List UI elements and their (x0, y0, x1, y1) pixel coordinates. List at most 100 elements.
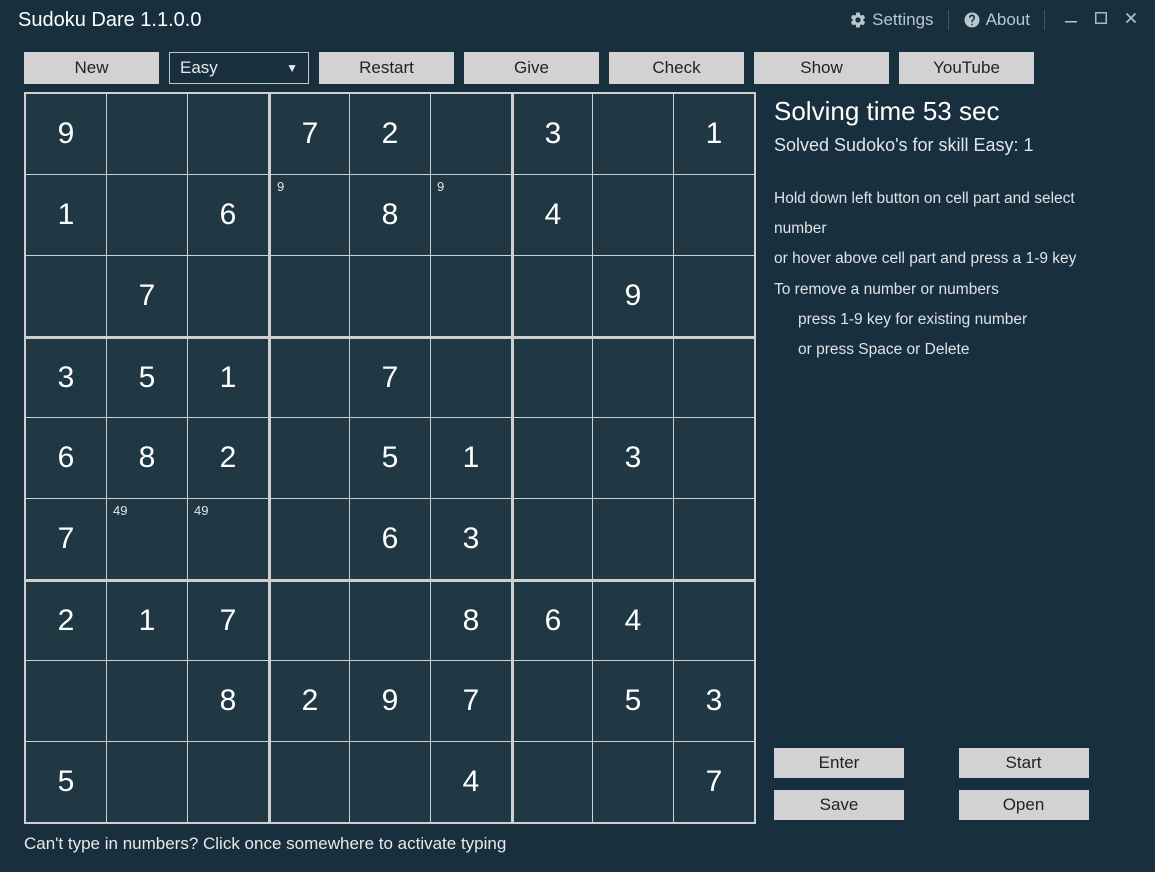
sudoku-cell[interactable]: 1 (188, 337, 268, 417)
sudoku-cell[interactable]: 7 (188, 580, 268, 660)
sudoku-cell[interactable]: 7 (674, 742, 754, 822)
sudoku-cell[interactable] (269, 337, 349, 417)
sudoku-cell[interactable] (188, 94, 268, 174)
sudoku-cell[interactable]: 6 (26, 418, 106, 498)
sudoku-cell[interactable]: 8 (431, 580, 511, 660)
sudoku-cell[interactable]: 3 (26, 337, 106, 417)
sudoku-cell[interactable] (674, 499, 754, 579)
sudoku-cell[interactable]: 1 (107, 580, 187, 660)
sudoku-cell[interactable]: 3 (593, 418, 673, 498)
sudoku-cell[interactable]: 7 (26, 499, 106, 579)
sudoku-cell[interactable]: 9 (269, 175, 349, 255)
sudoku-cell[interactable]: 49 (107, 499, 187, 579)
sudoku-cell[interactable] (107, 661, 187, 741)
sudoku-cell[interactable] (593, 337, 673, 417)
sudoku-cell[interactable] (269, 742, 349, 822)
sudoku-cell[interactable] (26, 661, 106, 741)
about-button[interactable]: About (963, 10, 1030, 30)
restart-button[interactable]: Restart (319, 52, 454, 84)
difficulty-select[interactable]: Easy ▼ (169, 52, 309, 84)
sudoku-cell[interactable]: 5 (350, 418, 430, 498)
sudoku-cell[interactable]: 2 (269, 661, 349, 741)
sudoku-cell[interactable] (269, 499, 349, 579)
sudoku-cell[interactable]: 3 (674, 661, 754, 741)
sudoku-cell[interactable]: 3 (512, 94, 592, 174)
settings-button[interactable]: Settings (849, 10, 933, 30)
sudoku-cell[interactable] (512, 499, 592, 579)
sudoku-cell[interactable]: 5 (107, 337, 187, 417)
sudoku-cell[interactable] (674, 337, 754, 417)
sudoku-cell[interactable] (188, 742, 268, 822)
start-button[interactable]: Start (959, 748, 1089, 778)
save-button[interactable]: Save (774, 790, 904, 820)
sudoku-cell[interactable] (431, 94, 511, 174)
enter-button[interactable]: Enter (774, 748, 904, 778)
maximize-button[interactable] (1089, 9, 1113, 32)
sudoku-cell[interactable] (188, 256, 268, 336)
sudoku-cell[interactable]: 3 (431, 499, 511, 579)
sudoku-cell[interactable]: 9 (26, 94, 106, 174)
sudoku-cell[interactable] (512, 742, 592, 822)
sudoku-cell[interactable]: 2 (188, 418, 268, 498)
sudoku-cell[interactable]: 4 (431, 742, 511, 822)
sudoku-cell[interactable]: 5 (593, 661, 673, 741)
sudoku-cell[interactable]: 8 (107, 418, 187, 498)
sudoku-cell[interactable] (512, 337, 592, 417)
minimize-button[interactable] (1059, 9, 1083, 32)
sudoku-cell[interactable]: 6 (512, 580, 592, 660)
sudoku-cell[interactable]: 1 (674, 94, 754, 174)
close-button[interactable] (1119, 9, 1143, 32)
sudoku-cell[interactable]: 7 (350, 337, 430, 417)
sudoku-cell[interactable]: 49 (188, 499, 268, 579)
sudoku-cell[interactable]: 9 (350, 661, 430, 741)
sudoku-cell[interactable] (674, 175, 754, 255)
sudoku-cell[interactable]: 4 (512, 175, 592, 255)
sudoku-cell[interactable]: 7 (431, 661, 511, 741)
sudoku-cell[interactable] (674, 580, 754, 660)
sudoku-cell[interactable] (512, 256, 592, 336)
check-button[interactable]: Check (609, 52, 744, 84)
sudoku-cell[interactable] (350, 580, 430, 660)
sudoku-cell[interactable]: 5 (26, 742, 106, 822)
sudoku-cell[interactable]: 1 (26, 175, 106, 255)
sudoku-cell[interactable]: 4 (593, 580, 673, 660)
sudoku-cell[interactable] (593, 499, 673, 579)
sudoku-cell[interactable] (593, 742, 673, 822)
sudoku-cell[interactable]: 7 (107, 256, 187, 336)
sudoku-cell[interactable] (107, 94, 187, 174)
gear-icon (849, 11, 867, 29)
sudoku-cell[interactable] (512, 418, 592, 498)
sudoku-cell[interactable] (26, 256, 106, 336)
sudoku-cell[interactable] (269, 418, 349, 498)
sudoku-cell[interactable] (107, 742, 187, 822)
sudoku-cell[interactable]: 9 (593, 256, 673, 336)
sudoku-cell[interactable] (431, 337, 511, 417)
sudoku-cell[interactable] (512, 661, 592, 741)
sudoku-cell[interactable] (674, 418, 754, 498)
show-button[interactable]: Show (754, 52, 889, 84)
youtube-button[interactable]: YouTube (899, 52, 1034, 84)
sudoku-cell[interactable]: 8 (188, 661, 268, 741)
sudoku-cell[interactable]: 9 (431, 175, 511, 255)
sudoku-cell[interactable] (350, 256, 430, 336)
new-button[interactable]: New (24, 52, 159, 84)
sudoku-cell[interactable] (674, 256, 754, 336)
sudoku-cell[interactable]: 8 (350, 175, 430, 255)
sudoku-cell[interactable] (593, 94, 673, 174)
give-button[interactable]: Give (464, 52, 599, 84)
sudoku-cell[interactable]: 6 (350, 499, 430, 579)
cell-value: 3 (706, 684, 723, 718)
sudoku-cell[interactable]: 2 (350, 94, 430, 174)
sudoku-cell[interactable]: 6 (188, 175, 268, 255)
open-button[interactable]: Open (959, 790, 1089, 820)
cell-value: 1 (220, 361, 237, 395)
sudoku-cell[interactable] (107, 175, 187, 255)
sudoku-cell[interactable] (269, 580, 349, 660)
sudoku-cell[interactable] (593, 175, 673, 255)
sudoku-cell[interactable] (269, 256, 349, 336)
sudoku-cell[interactable]: 1 (431, 418, 511, 498)
sudoku-cell[interactable]: 2 (26, 580, 106, 660)
sudoku-cell[interactable] (431, 256, 511, 336)
sudoku-cell[interactable] (350, 742, 430, 822)
sudoku-cell[interactable]: 7 (269, 94, 349, 174)
